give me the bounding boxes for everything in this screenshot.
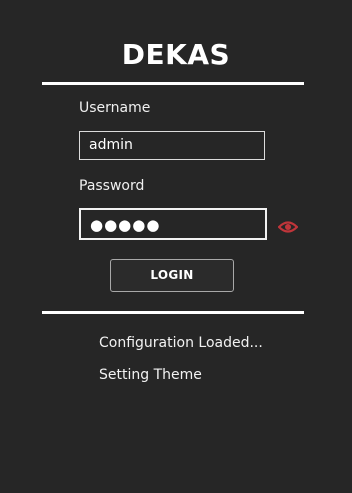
top-divider — [42, 82, 304, 85]
eye-icon[interactable] — [278, 219, 298, 235]
login-button[interactable]: LOGIN — [110, 259, 234, 292]
password-field[interactable]: ●●●●● — [79, 208, 267, 240]
username-label: Username — [79, 100, 151, 116]
status-message: Configuration Loaded... — [99, 335, 263, 351]
bottom-divider — [42, 311, 304, 314]
password-label: Password — [79, 178, 145, 194]
status-message: Setting Theme — [99, 367, 202, 383]
app-title: DEKAS — [121, 38, 231, 71]
username-field[interactable]: admin — [79, 131, 265, 160]
